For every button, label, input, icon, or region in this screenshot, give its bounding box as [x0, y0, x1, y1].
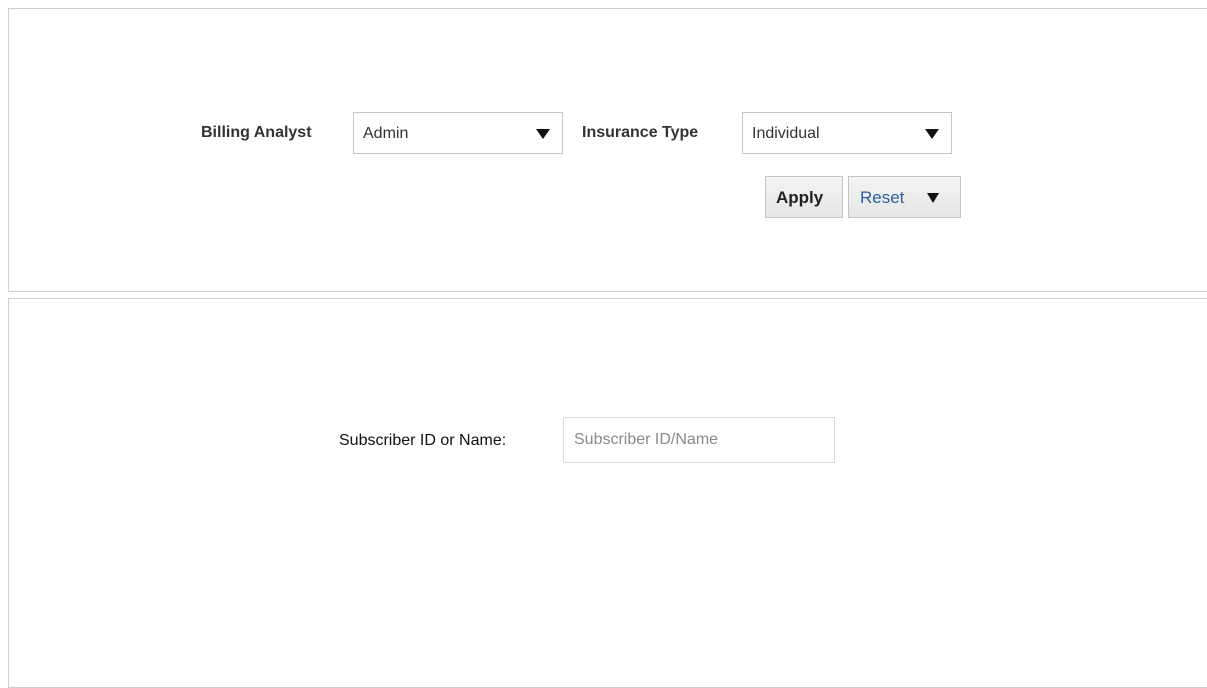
- filter-panel: Billing Analyst Admin Insurance Type Ind…: [8, 8, 1207, 292]
- insurance-type-select[interactable]: Individual: [742, 112, 952, 154]
- apply-button-label: Apply: [776, 188, 824, 207]
- chevron-down-icon: [536, 129, 550, 139]
- billing-analyst-label: Billing Analyst: [201, 124, 312, 141]
- caret-down-icon: [927, 193, 939, 203]
- subscriber-search-label: Subscriber ID or Name:: [339, 432, 507, 449]
- chevron-down-icon: [925, 129, 939, 139]
- insurance-type-value: Individual: [752, 125, 820, 142]
- billing-analyst-value: Admin: [363, 125, 409, 142]
- reset-button-label: Reset: [860, 188, 905, 207]
- apply-button[interactable]: Apply: [765, 176, 843, 218]
- billing-analyst-select[interactable]: Admin: [353, 112, 563, 154]
- reset-button[interactable]: Reset: [848, 176, 961, 218]
- search-panel: Subscriber ID or Name:: [8, 298, 1207, 688]
- insurance-type-label: Insurance Type: [582, 124, 699, 141]
- subscriber-search-input[interactable]: [563, 417, 835, 463]
